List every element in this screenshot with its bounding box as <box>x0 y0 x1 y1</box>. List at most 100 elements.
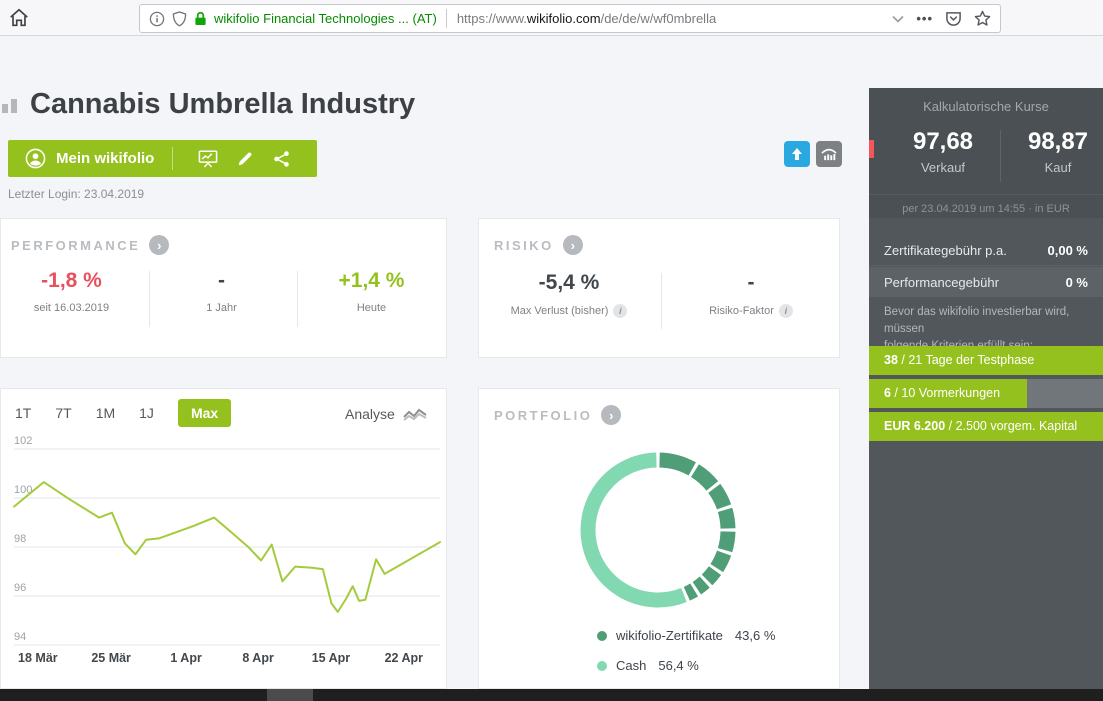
last-login: Letzter Login: 23.04.2019 <box>8 187 144 201</box>
performance-stat-value: -1,8 % <box>9 269 134 293</box>
arrow-up-icon <box>790 147 804 161</box>
portfolio-section-title: PORTFOLIO <box>494 408 592 423</box>
svg-text:98: 98 <box>14 533 26 545</box>
performance-stat-label: 1 Jahr <box>159 302 284 314</box>
info-icon[interactable]: i <box>779 304 793 318</box>
quote-timestamp: per 23.04.2019 um 14:55 · in EUR <box>869 194 1103 215</box>
svg-text:8 Apr: 8 Apr <box>242 651 274 665</box>
risiko-stat-value: - <box>671 271 831 295</box>
sell-value: 97,68 <box>888 128 998 156</box>
portfolio-donut-chart <box>478 430 840 636</box>
share-icon[interactable] <box>272 150 291 168</box>
svg-text:25 Mär: 25 Mär <box>91 651 131 665</box>
info-icon[interactable] <box>149 11 165 27</box>
stat-divider <box>297 271 298 327</box>
lock-icon[interactable] <box>194 11 207 26</box>
risiko-stat-label-text: Risiko-Faktor <box>709 305 774 317</box>
exchange-button[interactable] <box>816 141 842 167</box>
criterion-bold: 38 <box>884 353 898 367</box>
portfolio-chevron-icon[interactable]: › <box>601 405 621 425</box>
criterion-kapital: EUR 6.200 / 2.500 vorgem. Kapital <box>869 412 1103 441</box>
fee-value: 0,00 % <box>1048 243 1088 258</box>
criterion-vormerkungen: 6 / 10 Vormerkungen <box>869 379 1103 408</box>
user-icon <box>25 148 46 169</box>
performance-section-title: PERFORMANCE <box>11 238 140 253</box>
sell-label: Verkauf <box>888 160 998 175</box>
push-up-button[interactable] <box>784 141 810 167</box>
home-icon[interactable] <box>8 7 30 29</box>
criterion-testphase: 38 / 21 Tage der Testphase <box>869 346 1103 375</box>
risiko-stat-label: Max Verlust (bisher) i <box>489 304 649 318</box>
legend-dot-dark <box>597 631 607 641</box>
urlbar-divider <box>446 9 447 28</box>
fee-row-performance: Performancegebühr 0 % <box>869 267 1103 297</box>
kurse-title: Kalkulatorische Kurse <box>869 88 1103 114</box>
performance-chevron-icon[interactable]: › <box>149 235 169 255</box>
buy-quote: 98,87 Kauf <box>1003 128 1103 175</box>
criterion-rest: / 21 Tage der Testphase <box>898 353 1034 367</box>
chevron-down-icon[interactable] <box>892 15 904 23</box>
svg-text:22 Apr: 22 Apr <box>385 651 424 665</box>
legend-label: Cash <box>616 658 646 673</box>
url-text: https://www.wikifolio.com/de/de/w/wf0mbr… <box>457 11 893 26</box>
mein-wikifolio-label: Mein wikifolio <box>56 150 154 167</box>
risiko-stat-maxloss: -5,4 % Max Verlust (bisher) i <box>489 271 649 318</box>
url-bar[interactable]: wikifolio Financial Technologies ... (AT… <box>139 4 1001 33</box>
svg-text:1 Apr: 1 Apr <box>170 651 202 665</box>
shield-icon[interactable] <box>172 11 187 27</box>
legend-label: wikifolio-Zertifikate <box>616 628 723 643</box>
criteria-note-line1: Bevor das wikifolio investierbar wird, m… <box>884 304 1089 338</box>
buy-label: Kauf <box>1003 160 1103 175</box>
page-actions-icon[interactable]: ••• <box>916 11 933 26</box>
wikifolio-type-icon <box>2 99 17 113</box>
invest-sidebar: Kalkulatorische Kurse 97,68 Verkauf 98,8… <box>869 88 1103 689</box>
edit-pencil-icon[interactable] <box>236 150 254 168</box>
performance-stat-label: Heute <box>309 302 434 314</box>
url-domain: wikifolio.com <box>527 11 601 26</box>
sell-quote: 97,68 Verkauf <box>888 128 998 175</box>
identity-country: (AT) <box>413 11 437 26</box>
stat-divider <box>661 273 662 329</box>
page-title: Cannabis Umbrella Industry <box>30 88 415 121</box>
criterion-rest: / 2.500 vorgem. Kapital <box>945 419 1077 433</box>
browser-toolbar: wikifolio Financial Technologies ... (AT… <box>0 0 1103 36</box>
notification-sliver <box>869 140 874 158</box>
performance-stat-label: seit 16.03.2019 <box>9 302 134 314</box>
pocket-icon[interactable] <box>945 11 962 27</box>
svg-text:102: 102 <box>14 435 32 447</box>
svg-text:18 Mär: 18 Mär <box>18 651 58 665</box>
fee-label: Performancegebühr <box>884 275 999 290</box>
stat-divider <box>149 271 150 327</box>
bookmark-star-icon[interactable] <box>974 10 991 27</box>
svg-text:15 Apr: 15 Apr <box>312 651 351 665</box>
legend-item-cash: Cash 56,4 % <box>597 658 699 673</box>
presentation-chart-icon[interactable] <box>198 149 218 168</box>
risiko-stat-label: Risiko-Faktor i <box>671 304 831 318</box>
legend-value: 56,4 % <box>658 658 698 673</box>
buy-value: 98,87 <box>1003 128 1103 156</box>
kurse-panel: Kalkulatorische Kurse 97,68 Verkauf 98,8… <box>869 88 1103 218</box>
risiko-card: RISIKO › -5,4 % Max Verlust (bisher)i - … <box>478 218 840 358</box>
umbrella-chart-icon <box>821 147 837 161</box>
criterion-bold: EUR 6.200 <box>884 419 945 433</box>
performance-card: PERFORMANCE › -1,8 % seit 16.03.2019 - 1… <box>0 218 447 358</box>
taskbar-segment <box>267 689 313 701</box>
svg-text:94: 94 <box>14 631 26 643</box>
criterion-rest: / 10 Vormerkungen <box>891 386 1000 400</box>
risiko-stat-value: -5,4 % <box>489 271 649 295</box>
fee-label: Zertifikategebühr p.a. <box>884 243 1007 258</box>
risiko-chevron-icon[interactable]: › <box>563 235 583 255</box>
site-identity[interactable]: wikifolio Financial Technologies ... (AT… <box>214 11 437 26</box>
criterion-bold: 6 <box>884 386 891 400</box>
risiko-stat-label-text: Max Verlust (bisher) <box>511 305 609 317</box>
svg-text:96: 96 <box>14 582 26 594</box>
url-scheme: https://www. <box>457 11 527 26</box>
mein-wikifolio-button[interactable]: Mein wikifolio <box>8 140 317 177</box>
performance-stat-value: - <box>159 269 284 293</box>
quote-divider <box>1000 130 1001 182</box>
url-path: /de/de/w/wf0mbrella <box>601 11 717 26</box>
performance-stat-value: +1,4 % <box>309 269 434 293</box>
info-icon[interactable]: i <box>613 304 627 318</box>
risiko-stat-factor: - Risiko-Faktor i <box>671 271 831 318</box>
legend-dot-light <box>597 661 607 671</box>
